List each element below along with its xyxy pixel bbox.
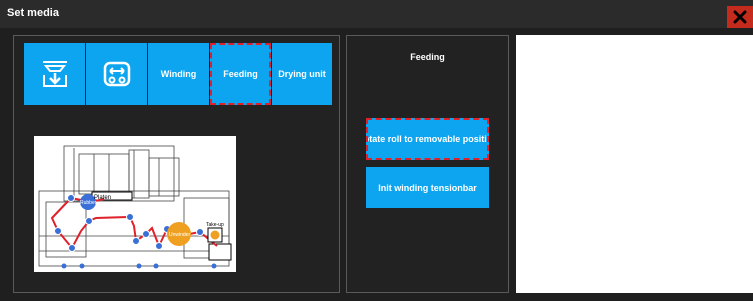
title-bar: Set media <box>0 0 753 28</box>
machine-diagram: Platen Rubber Unwinder Take-up <box>34 136 236 272</box>
init-tensionbar-button[interactable]: Init winding tensionbar <box>366 167 489 208</box>
transport-icon <box>103 61 130 87</box>
tab-media-load[interactable] <box>24 43 85 105</box>
feeding-panel-title: Feeding <box>410 52 445 62</box>
info-panel <box>516 35 753 293</box>
window-title: Set media <box>7 7 59 19</box>
tab-transport[interactable] <box>86 43 147 105</box>
close-icon <box>733 10 747 24</box>
close-button[interactable] <box>727 6 753 28</box>
label-takeup: Take-up <box>206 222 224 228</box>
feeding-panel <box>346 35 509 293</box>
rotate-roll-button[interactable]: Rotate roll to removable position <box>366 118 489 160</box>
media-load-icon <box>42 61 67 87</box>
label-rubber: Rubber <box>80 200 97 206</box>
label-unwinder: Unwinder <box>169 232 190 238</box>
tab-drying-unit[interactable]: Drying unit <box>272 43 332 105</box>
tab-feeding[interactable]: Feeding <box>210 43 271 105</box>
tab-winding[interactable]: Winding <box>148 43 209 105</box>
label-platen: Platen <box>94 195 111 201</box>
